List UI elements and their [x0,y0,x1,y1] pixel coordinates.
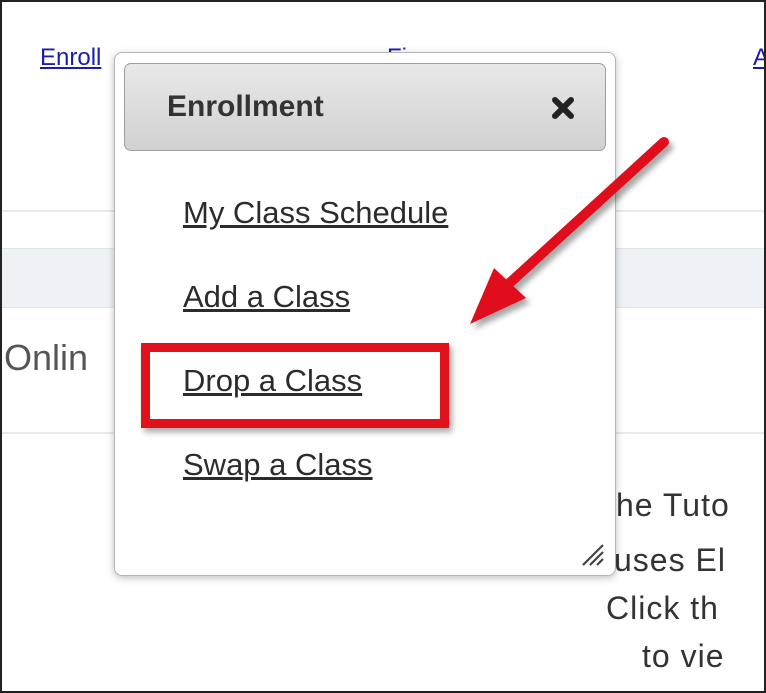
menu-item-swap-a-class[interactable]: Swap a Class [183,447,373,483]
screenshot-frame: Enroll Finances A Onlin he Tuto uses El … [0,0,766,693]
body-text-line: uses El [614,542,726,578]
highlight-box-annotation [141,343,449,428]
close-icon [552,97,574,119]
popup-title: Enrollment [167,90,324,123]
menu-item-my-class-schedule[interactable]: My Class Schedule [183,195,448,231]
close-button[interactable] [547,92,579,124]
body-text-line: to vie [642,638,725,674]
body-text-line: Click th [606,590,719,626]
menu-item-add-a-class[interactable]: Add a Class [183,279,350,315]
page-heading: Onlin [4,337,89,378]
nav-link-enrollment[interactable]: Enroll [40,44,101,72]
body-text-line: he Tuto [616,487,730,523]
arrow-annotation [470,137,669,324]
resize-handle-icon[interactable] [579,541,605,567]
nav-link-other[interactable]: A [753,44,764,72]
